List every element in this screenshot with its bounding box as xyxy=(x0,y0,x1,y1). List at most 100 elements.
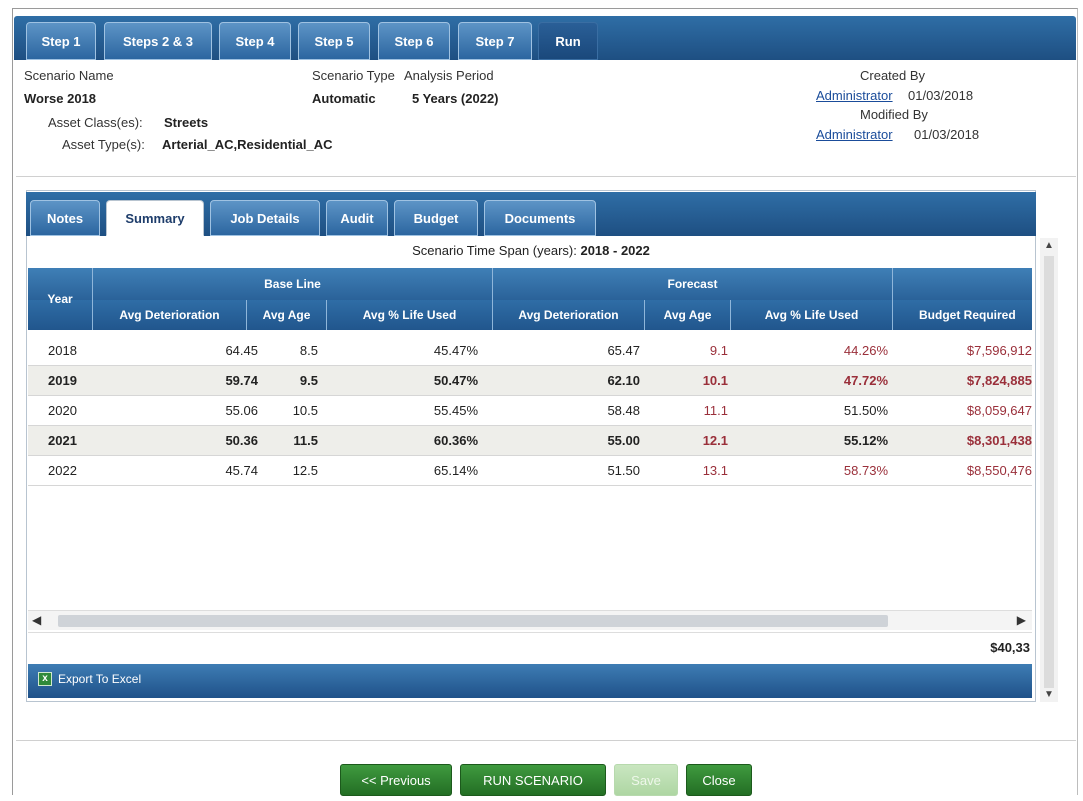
cell-bl-deterioration: 55.06 xyxy=(225,403,258,418)
horizontal-scrollbar[interactable]: ◀ ▶ xyxy=(28,610,1032,630)
col-bl-avg-life-used[interactable]: Avg % Life Used xyxy=(326,300,492,330)
scroll-up-icon[interactable]: ▲ xyxy=(1044,240,1054,251)
cell-year: 2020 xyxy=(48,403,77,418)
tab-documents[interactable]: Documents xyxy=(484,200,596,236)
tab-steps-2-3[interactable]: Steps 2 & 3 xyxy=(104,22,212,60)
tab-run[interactable]: Run xyxy=(538,22,598,60)
baseline-group-header: Base Line xyxy=(92,268,492,300)
scenario-name-value: Worse 2018 xyxy=(24,91,97,106)
save-button[interactable]: Save xyxy=(614,764,678,796)
budget-group-header xyxy=(892,268,1032,300)
tab-step-5[interactable]: Step 5 xyxy=(298,22,370,60)
tab-audit[interactable]: Audit xyxy=(326,200,388,236)
export-label: Export To Excel xyxy=(58,672,142,686)
cell-fc-life: 47.72% xyxy=(843,373,888,388)
tab-step-1[interactable]: Step 1 xyxy=(26,22,96,60)
cell-bl-age: 9.5 xyxy=(299,373,318,388)
vertical-scrollbar[interactable]: ▲ ▼ xyxy=(1040,238,1058,702)
tab-step-7[interactable]: Step 7 xyxy=(458,22,532,60)
cell-bl-life: 65.14% xyxy=(433,463,478,478)
cell-year: 2019 xyxy=(48,373,77,388)
tab-job-details[interactable]: Job Details xyxy=(210,200,320,236)
table-row[interactable]: 2019 59.74 9.5 50.47% 62.10 10.1 47.72% … xyxy=(28,366,1032,396)
cell-budget: $7,824,885 xyxy=(966,373,1032,388)
analysis-period-label: Analysis Period xyxy=(404,68,494,83)
cell-fc-age: 10.1 xyxy=(702,373,728,388)
table-row[interactable]: 2020 55.06 10.5 55.45% 58.48 11.1 51.50%… xyxy=(28,396,1032,426)
asset-type-value: Arterial_AC,Residential_AC xyxy=(162,137,333,152)
table-row[interactable]: 2022 45.74 12.5 65.14% 51.50 13.1 58.73%… xyxy=(28,456,1032,486)
col-bl-avg-deterioration[interactable]: Avg Deterioration xyxy=(92,300,246,330)
cell-bl-life: 60.36% xyxy=(433,433,478,448)
table-row[interactable]: 2018 64.45 8.5 45.47% 65.47 9.1 44.26% $… xyxy=(28,336,1032,366)
tab-step-6[interactable]: Step 6 xyxy=(378,22,450,60)
cell-fc-age: 13.1 xyxy=(702,463,728,478)
scroll-down-icon[interactable]: ▼ xyxy=(1044,689,1054,700)
created-date: 01/03/2018 xyxy=(908,88,974,103)
cell-budget: $8,301,438 xyxy=(966,433,1032,448)
previous-button[interactable]: << Previous xyxy=(340,764,452,796)
scenario-type-label: Scenario Type xyxy=(312,68,395,83)
grid-empty-area xyxy=(28,490,1032,610)
horizontal-scroll-thumb[interactable] xyxy=(58,615,888,627)
grid-footer-bar: x Export To Excel xyxy=(28,664,1032,698)
cell-bl-life: 50.47% xyxy=(433,373,478,388)
cell-bl-deterioration: 45.74 xyxy=(225,463,258,478)
tab-step-4[interactable]: Step 4 xyxy=(219,22,291,60)
tab-summary[interactable]: Summary xyxy=(106,200,204,236)
cell-fc-deterioration: 62.10 xyxy=(607,373,640,388)
modified-by-label: Modified By xyxy=(860,107,928,122)
cell-fc-life: 44.26% xyxy=(843,343,888,358)
col-bl-avg-age[interactable]: Avg Age xyxy=(246,300,326,330)
cell-year: 2018 xyxy=(48,343,77,358)
footer-divider xyxy=(16,740,1076,741)
cell-fc-deterioration: 65.47 xyxy=(607,343,640,358)
cell-budget: $7,596,912 xyxy=(966,343,1032,358)
cell-budget: $8,550,476 xyxy=(966,463,1032,478)
modified-by-link[interactable]: Administrator xyxy=(816,127,893,142)
vertical-scroll-track[interactable] xyxy=(1044,256,1054,688)
table-row[interactable]: 2021 50.36 11.5 60.36% 55.00 12.1 55.12%… xyxy=(28,426,1032,456)
grid-total-row: $40,33 xyxy=(28,632,1032,662)
cell-fc-deterioration: 58.48 xyxy=(607,403,640,418)
forecast-group-header: Forecast xyxy=(492,268,892,300)
cell-fc-age: 9.1 xyxy=(709,343,728,358)
cell-bl-deterioration: 64.45 xyxy=(225,343,258,358)
cell-bl-age: 12.5 xyxy=(292,463,318,478)
cell-fc-life: 58.73% xyxy=(843,463,888,478)
cell-year: 2021 xyxy=(48,433,77,448)
cell-fc-life: 51.50% xyxy=(843,403,888,418)
cell-bl-age: 8.5 xyxy=(299,343,318,358)
scenario-name-label: Scenario Name xyxy=(24,68,114,83)
time-span-value: 2018 - 2022 xyxy=(580,243,650,258)
created-by-label: Created By xyxy=(860,68,926,83)
analysis-period-value: 5 Years (2022) xyxy=(412,91,499,106)
export-to-excel-button[interactable]: x Export To Excel xyxy=(38,672,141,686)
excel-icon: x xyxy=(38,672,52,686)
total-budget: $40,33 xyxy=(990,640,1030,655)
cell-fc-deterioration: 51.50 xyxy=(607,463,640,478)
col-budget-required[interactable]: Budget Required xyxy=(892,300,1032,330)
cell-bl-deterioration: 50.36 xyxy=(225,433,258,448)
cell-bl-life: 55.45% xyxy=(433,403,478,418)
created-by-link[interactable]: Administrator xyxy=(816,88,893,103)
time-span-line: Scenario Time Span (years): 2018 - 2022 xyxy=(26,243,1036,258)
cell-bl-age: 11.5 xyxy=(293,433,318,448)
scroll-right-icon[interactable]: ▶ xyxy=(1017,613,1026,627)
col-year-header[interactable]: Year xyxy=(28,268,92,330)
asset-type-label: Asset Type(s): xyxy=(62,137,145,152)
tab-notes[interactable]: Notes xyxy=(30,200,100,236)
modified-date: 01/03/2018 xyxy=(914,127,980,142)
close-button[interactable]: Close xyxy=(686,764,752,796)
cell-budget: $8,059,647 xyxy=(966,403,1032,418)
tab-budget[interactable]: Budget xyxy=(394,200,478,236)
cell-bl-deterioration: 59.74 xyxy=(225,373,258,388)
scroll-left-icon[interactable]: ◀ xyxy=(32,613,41,627)
cell-fc-deterioration: 55.00 xyxy=(607,433,640,448)
cell-bl-age: 10.5 xyxy=(292,403,318,418)
col-fc-avg-deterioration[interactable]: Avg Deterioration xyxy=(492,300,644,330)
col-fc-avg-life-used[interactable]: Avg % Life Used xyxy=(730,300,892,330)
col-fc-avg-age[interactable]: Avg Age xyxy=(644,300,730,330)
run-scenario-button[interactable]: RUN SCENARIO xyxy=(460,764,606,796)
cell-fc-life: 55.12% xyxy=(843,433,888,448)
